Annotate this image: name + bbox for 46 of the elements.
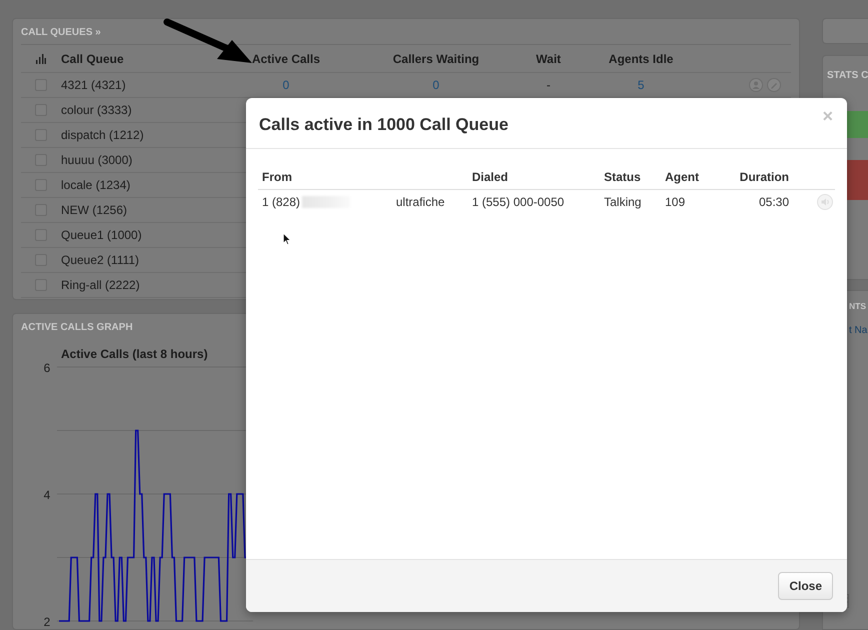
column-header: From: [262, 170, 292, 184]
dialog-title: Calls active in 1000 Call Queue: [259, 115, 508, 135]
bar-chart-icon: [36, 54, 46, 64]
panel-title[interactable]: CALL QUEUES »: [21, 27, 101, 44]
column-header: Active Calls: [252, 52, 320, 66]
axis-tick-label: 6: [44, 361, 50, 375]
speaker-icon[interactable]: [817, 194, 833, 210]
count-link[interactable]: 0: [432, 78, 440, 92]
table-cell: Talking: [604, 195, 642, 209]
table-cell: 109: [665, 195, 686, 209]
count-link[interactable]: 5: [638, 78, 644, 92]
queue-name: 4321 (4321): [61, 78, 126, 92]
name-link[interactable]: t Na: [849, 325, 868, 336]
column-header: Wait: [536, 52, 561, 66]
queue-name: Ring-all (2222): [61, 278, 140, 292]
queue-name: Queue1 (1000): [61, 228, 142, 242]
column-header: Status: [604, 170, 641, 184]
close-button[interactable]: ×: [822, 106, 833, 126]
queue-name: locale (1234): [61, 178, 130, 192]
column-header: Duration: [740, 170, 789, 184]
panel-title: ACTIVE CALLS GRAPH: [21, 322, 133, 335]
column-header: Agents Idle: [608, 52, 674, 66]
panel-title: NTS: [849, 301, 866, 311]
table-cell: 1 (555) 000-0050: [472, 195, 564, 209]
queue-name: huuuu (3000): [61, 153, 132, 167]
chart-title: Active Calls (last 8 hours): [61, 347, 208, 361]
axis-tick-label: 4: [44, 488, 50, 502]
axis-tick-label: 2: [44, 615, 50, 629]
queue-name: dispatch (1212): [61, 128, 144, 142]
count-link[interactable]: 0: [282, 78, 290, 92]
column-header: Callers Waiting: [392, 52, 480, 66]
queue-name: Queue2 (1111): [61, 253, 140, 267]
column-header: Call Queue: [61, 52, 124, 66]
person-icon[interactable]: [749, 78, 763, 92]
close-button[interactable]: Close: [778, 572, 833, 600]
phone-number: 1 (828): [262, 195, 300, 209]
panel-title: STATS C: [827, 70, 868, 81]
edit-icon[interactable]: [767, 78, 781, 92]
column-header: Dialed: [472, 170, 508, 184]
queue-name: colour (3333): [61, 103, 132, 117]
queue-name: NEW (1256): [61, 203, 128, 217]
table-cell: 05:30: [758, 195, 789, 209]
column-header: Agent: [665, 170, 699, 184]
table-cell: ultrafiche: [396, 195, 445, 209]
cursor-icon: [283, 233, 291, 245]
table-cell: -: [546, 78, 550, 92]
